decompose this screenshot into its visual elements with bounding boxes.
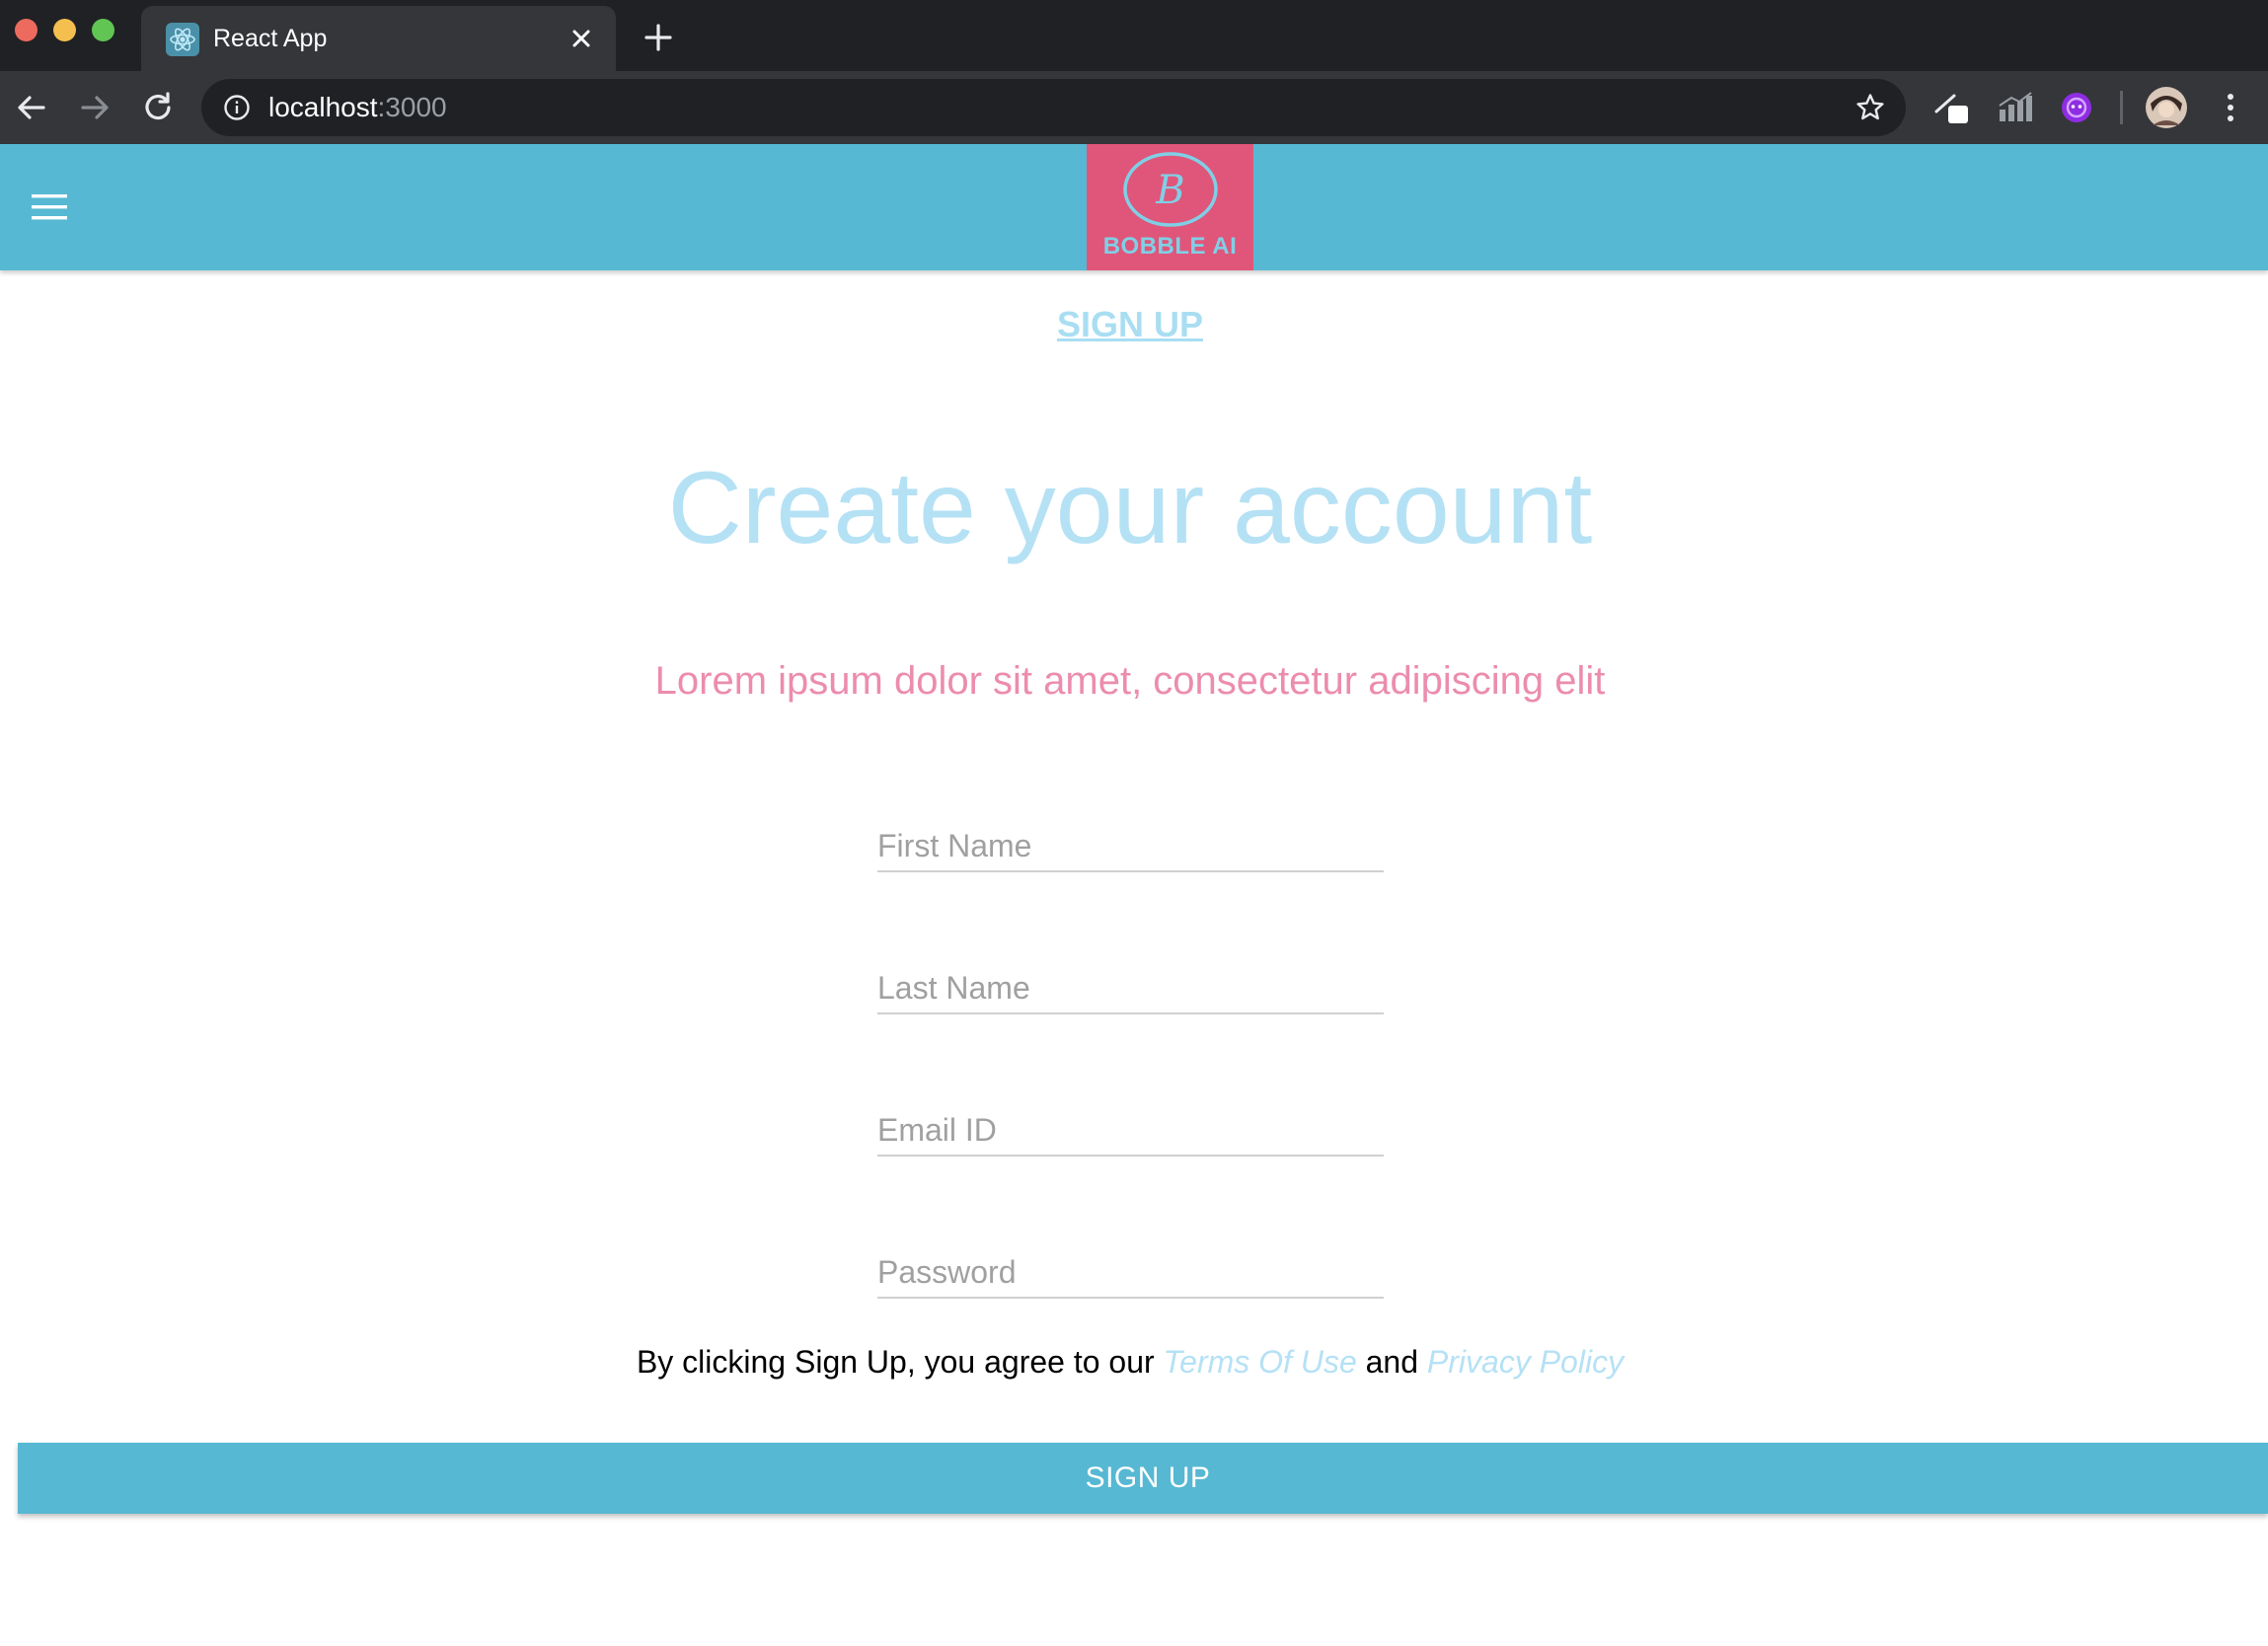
bobble-ai-logo[interactable]: B BOBBLE AI xyxy=(1087,144,1253,270)
site-info-icon[interactable] xyxy=(223,94,251,121)
signup-tab-link[interactable]: SIGN UP xyxy=(0,304,2260,345)
browser-tab[interactable]: React App xyxy=(141,6,616,71)
close-window-button[interactable] xyxy=(15,19,38,41)
page-subtitle: Lorem ipsum dolor sit amet, consectetur … xyxy=(654,659,1606,703)
new-tab-icon[interactable] xyxy=(641,20,676,55)
url-host: localhost xyxy=(268,92,378,122)
terms-notice: By clicking Sign Up, you agree to our Te… xyxy=(0,1342,2260,1382)
react-favicon-icon xyxy=(166,23,199,56)
logo-letter: B xyxy=(1155,168,1184,213)
first-name-input[interactable] xyxy=(877,828,1384,864)
bookmark-star-icon[interactable] xyxy=(1854,92,1886,123)
sign-up-button[interactable]: SIGN UP xyxy=(18,1443,2268,1514)
first-name-field xyxy=(877,813,1384,872)
app-header: B BOBBLE AI xyxy=(0,144,2268,270)
email-field xyxy=(877,1097,1384,1157)
toolbar-divider xyxy=(2120,91,2123,124)
back-arrow-icon[interactable] xyxy=(12,88,51,127)
url-text: localhost:3000 xyxy=(268,91,447,124)
address-bar[interactable]: localhost:3000 xyxy=(201,79,1906,136)
terms-prefix: By clicking Sign Up, you agree to our xyxy=(636,1344,1155,1380)
terms-of-use-link[interactable]: Terms Of Use xyxy=(1164,1344,1357,1380)
browser-toolbar: localhost:3000 xyxy=(0,71,2268,144)
page-title: Create your account xyxy=(667,451,1593,565)
pen-extension-icon[interactable] xyxy=(1932,88,1972,127)
url-port: :3000 xyxy=(377,92,447,122)
last-name-field xyxy=(877,955,1384,1014)
more-menu-icon[interactable] xyxy=(2211,88,2250,127)
email-input[interactable] xyxy=(877,1112,1384,1149)
hamburger-menu-icon[interactable] xyxy=(30,191,73,223)
reload-icon[interactable] xyxy=(138,88,178,127)
analytics-extension-icon[interactable] xyxy=(1996,88,2035,127)
profile-avatar[interactable] xyxy=(2145,86,2188,129)
maximize-window-button[interactable] xyxy=(92,19,114,41)
purple-extension-icon[interactable] xyxy=(2057,88,2096,127)
terms-and-text: and xyxy=(1365,1344,1419,1380)
privacy-policy-link[interactable]: Privacy Policy xyxy=(1427,1344,1624,1380)
forward-arrow-icon[interactable] xyxy=(75,88,114,127)
tab-title: React App xyxy=(213,25,328,52)
browser-tab-bar: React App xyxy=(0,0,2268,71)
minimize-window-button[interactable] xyxy=(53,19,76,41)
password-input[interactable] xyxy=(877,1254,1384,1291)
password-field xyxy=(877,1239,1384,1299)
close-tab-icon[interactable] xyxy=(565,22,598,55)
last-name-input[interactable] xyxy=(877,970,1384,1007)
logo-text: BOBBLE AI xyxy=(1102,233,1238,260)
